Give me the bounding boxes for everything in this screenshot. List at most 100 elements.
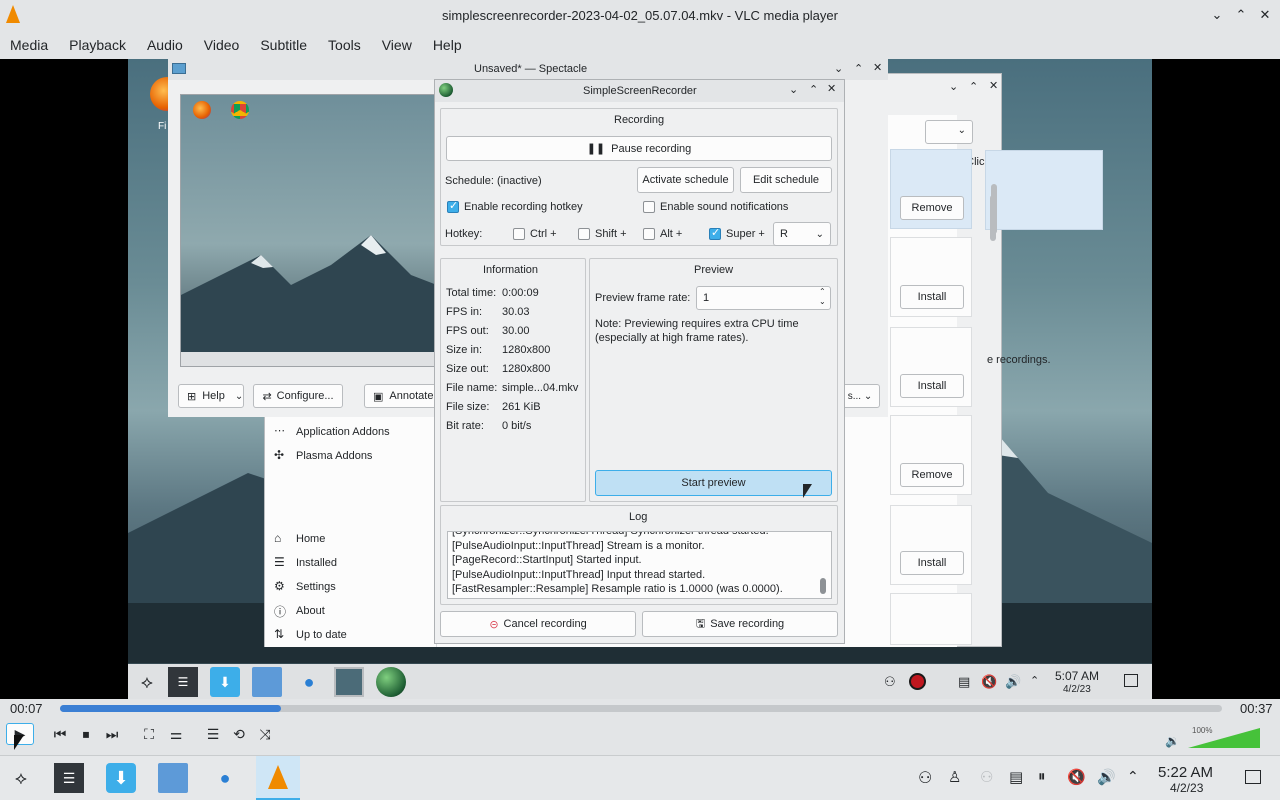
loop-button[interactable]: ⟲: [229, 724, 249, 744]
preview-rate-spinbox[interactable]: 1 ⌃ ⌄: [696, 286, 831, 310]
ctrl-checkbox[interactable]: [513, 228, 525, 240]
next-button[interactable]: ⏭: [102, 724, 122, 744]
previous-button[interactable]: ⏮: [50, 724, 70, 744]
install-button[interactable]: Install: [900, 551, 964, 575]
discover-scrollbar-thumb[interactable]: [990, 195, 996, 241]
seek-bar[interactable]: [60, 705, 1222, 712]
info-value: simple...04.mkv: [502, 382, 579, 394]
shift-checkbox[interactable]: [578, 228, 590, 240]
alt-checkbox[interactable]: [643, 228, 655, 240]
stop-button[interactable]: ⏹: [76, 724, 96, 744]
application-launcher-icon[interactable]: ⟡: [6, 763, 36, 793]
log-scrollbar-thumb[interactable]: [820, 578, 826, 594]
help-button[interactable]: ⊞ Help ⌄: [178, 384, 244, 408]
spin-up-icon[interactable]: ⌃: [819, 287, 826, 296]
seek-bar-fill: [60, 705, 281, 712]
accessibility-icon[interactable]: ⚇: [980, 768, 993, 786]
menu-tools[interactable]: Tools: [328, 37, 361, 53]
menu-help[interactable]: Help: [433, 37, 462, 53]
close-button[interactable]: ✕: [1256, 6, 1274, 24]
super-checkbox[interactable]: [709, 226, 721, 240]
discover-taskbar-icon[interactable]: ⬇: [106, 763, 136, 793]
remove-button[interactable]: Remove: [900, 463, 964, 487]
playlist-button[interactable]: ☰: [203, 724, 223, 744]
volume-tray-icon[interactable]: 🔊: [1097, 768, 1116, 786]
pause-recording-button[interactable]: ❚❚ Pause recording: [446, 136, 832, 161]
sidebar-item-about[interactable]: ⓘ About: [270, 602, 434, 622]
spin-down-icon[interactable]: ⌄: [819, 297, 826, 306]
log-text-area[interactable]: [Synchronizer::SynchronizerThread] Synch…: [447, 531, 832, 599]
spectacle-close-icon[interactable]: ✕: [873, 61, 882, 74]
cancel-label: Cancel recording: [503, 618, 587, 630]
minimize-button[interactable]: ⌄: [1208, 6, 1226, 24]
sidebar-item-label: Home: [296, 533, 326, 545]
web-browser-icon[interactable]: ●: [210, 763, 240, 793]
sidebar-item-home[interactable]: ⌂ Home: [270, 530, 434, 550]
preview-rate-label: Preview frame rate:: [595, 292, 691, 304]
install-button[interactable]: Install: [900, 374, 964, 398]
peek-desktop-icon[interactable]: [1245, 770, 1261, 784]
dolphin-icon[interactable]: [158, 763, 188, 793]
start-preview-button[interactable]: Start preview: [595, 470, 832, 496]
discover-search-dropdown[interactable]: ⌄: [925, 120, 973, 144]
window-title: simplescreenrecorder-2023-04-02_05.07.04…: [442, 7, 838, 23]
volume-slider[interactable]: 100%: [1188, 726, 1260, 748]
info-value: 0 bit/s: [502, 420, 532, 432]
media-player-icon[interactable]: ⏸: [1038, 768, 1046, 785]
activate-schedule-button[interactable]: Activate schedule: [637, 167, 734, 193]
save-label: Save recording: [710, 618, 785, 630]
remove-button[interactable]: Remove: [900, 196, 964, 220]
sidebar-item-installed[interactable]: ☰ Installed: [270, 554, 434, 574]
desktop-icon-label: Fi: [158, 121, 167, 132]
schedule-status: Schedule: (inactive): [445, 175, 542, 187]
fullscreen-button[interactable]: ⛶: [139, 724, 159, 744]
user-switcher-icon[interactable]: ⚇: [918, 768, 932, 788]
menu-subtitle[interactable]: Subtitle: [260, 37, 307, 53]
sidebar-item-up-to-date[interactable]: ⇅ Up to date: [270, 626, 434, 646]
discover-close-icon[interactable]: ✕: [989, 79, 998, 92]
save-recording-button[interactable]: 🖫 Save recording: [642, 611, 838, 637]
annotate-button[interactable]: ▣ Annotate: [364, 384, 444, 408]
clock-time[interactable]: 5:22 AM: [1158, 764, 1213, 781]
sidebar-item-settings[interactable]: ⚙ Settings: [270, 578, 434, 598]
menu-playback[interactable]: Playback: [69, 37, 126, 53]
configure-button[interactable]: ⇄ Configure...: [253, 384, 343, 408]
sidebar-item-label: About: [296, 605, 325, 617]
maximize-button[interactable]: ⌃: [1232, 6, 1250, 24]
menu-media[interactable]: Media: [10, 37, 48, 53]
super-label: Super +: [726, 228, 765, 240]
sidebar-item-plasma-addons[interactable]: ✣ Plasma Addons: [270, 447, 434, 467]
menu-view[interactable]: View: [382, 37, 412, 53]
menu-video[interactable]: Video: [204, 37, 240, 53]
sidebar-item-label: Settings: [296, 581, 336, 593]
ssr-minimize-icon[interactable]: ⌄: [789, 83, 798, 96]
enable-hotkey-checkbox[interactable]: [447, 199, 459, 213]
shuffle-button[interactable]: ⤨: [255, 724, 275, 744]
discover-minimize-icon[interactable]: ⌄: [949, 80, 958, 93]
clock-date[interactable]: 4/2/23: [1170, 781, 1203, 795]
enable-sound-checkbox[interactable]: [643, 201, 655, 213]
video-area[interactable]: Fi ⌄ ⌃ ✕ ⌄ n Click e recordings. Remove …: [0, 59, 1280, 699]
video-frame: Fi ⌄ ⌃ ✕ ⌄ n Click e recordings. Remove …: [128, 59, 1152, 699]
menu-audio[interactable]: Audio: [147, 37, 183, 53]
log-group: Log [Synchronizer::SynchronizerThread] S…: [440, 505, 838, 605]
vlc-taskbar-icon[interactable]: [256, 756, 300, 800]
vlc-tray-icon[interactable]: ♙: [948, 768, 961, 786]
spectacle-maximize-icon[interactable]: ⌃: [854, 62, 863, 75]
install-button[interactable]: Install: [900, 285, 964, 309]
ssr-maximize-icon[interactable]: ⌃: [809, 83, 818, 96]
clipboard-tray-icon[interactable]: ▤: [1009, 768, 1023, 786]
show-hidden-icons[interactable]: ⌃: [1127, 768, 1139, 785]
hotkey-key-select[interactable]: R ⌄: [773, 222, 831, 246]
save-as-button[interactable]: s... ⌄: [840, 384, 880, 408]
extended-settings-button[interactable]: ⚌: [166, 724, 186, 744]
spectacle-minimize-icon[interactable]: ⌄: [834, 62, 843, 75]
sidebar-item-application-addons[interactable]: ⋯ Application Addons: [270, 423, 434, 443]
home-icon: ⌂: [274, 531, 282, 545]
cancel-recording-button[interactable]: ⊝ Cancel recording: [440, 611, 636, 637]
microphone-muted-icon[interactable]: 🔇: [1067, 768, 1086, 786]
edit-schedule-button[interactable]: Edit schedule: [740, 167, 832, 193]
discover-maximize-icon[interactable]: ⌃: [969, 80, 978, 93]
ssr-close-icon[interactable]: ✕: [827, 82, 836, 95]
system-settings-icon[interactable]: ☰: [54, 763, 84, 793]
